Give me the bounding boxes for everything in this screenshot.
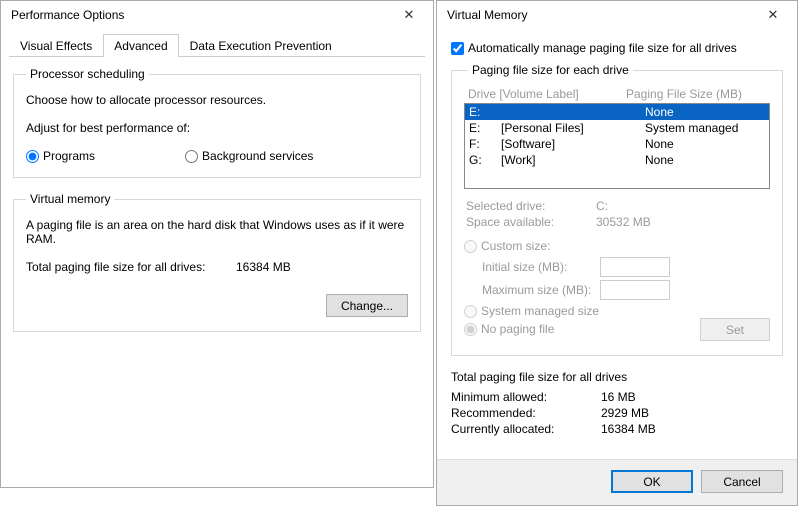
tab-advanced[interactable]: Advanced	[103, 34, 178, 57]
dialog-title: Performance Options	[11, 8, 124, 22]
auto-manage-checkbox[interactable]: Automatically manage paging file size fo…	[451, 41, 783, 55]
radio-system-managed-label: System managed size	[481, 304, 599, 318]
radio-background[interactable]: Background services	[185, 149, 313, 163]
selected-drive-label: Selected drive:	[466, 199, 596, 213]
virtual-memory-group: Virtual memory A paging file is an area …	[13, 192, 421, 332]
total-paging-label: Total paging file size for all drives:	[26, 260, 236, 274]
auto-manage-input[interactable]	[451, 42, 464, 55]
totals-section: Total paging file size for all drives Mi…	[451, 370, 783, 436]
currently-allocated-value: 16384 MB	[601, 422, 656, 436]
space-available-value: 30532 MB	[596, 215, 651, 229]
radio-programs[interactable]: Programs	[26, 149, 95, 163]
adjust-label: Adjust for best performance of:	[26, 121, 408, 135]
tab-dep[interactable]: Data Execution Prevention	[179, 34, 343, 57]
tab-strip: Visual Effects Advanced Data Execution P…	[9, 33, 425, 57]
recommended-label: Recommended:	[451, 406, 601, 420]
initial-size-label: Initial size (MB):	[482, 260, 600, 274]
advanced-panel: Processor scheduling Choose how to alloc…	[13, 67, 421, 332]
max-size-input	[600, 280, 670, 300]
col-paging-label: Paging File Size (MB)	[626, 87, 766, 101]
radio-programs-label: Programs	[43, 149, 95, 163]
tab-visual-effects[interactable]: Visual Effects	[9, 34, 103, 57]
paging-file-group: Paging file size for each drive Drive [V…	[451, 63, 783, 356]
drive-row[interactable]: G: [Work] None	[465, 152, 769, 168]
radio-programs-input[interactable]	[26, 150, 39, 163]
processor-scheduling-legend: Processor scheduling	[26, 67, 149, 81]
drive-row[interactable]: E: None	[465, 104, 769, 120]
min-allowed-label: Minimum allowed:	[451, 390, 601, 404]
radio-custom-input	[464, 240, 477, 253]
close-icon[interactable]: ✕	[389, 2, 429, 28]
cancel-button[interactable]: Cancel	[701, 470, 783, 493]
drive-row[interactable]: E: [Personal Files] System managed	[465, 120, 769, 136]
totals-header: Total paging file size for all drives	[451, 370, 783, 384]
titlebar: Performance Options ✕	[1, 1, 433, 29]
virtual-memory-legend: Virtual memory	[26, 192, 114, 206]
initial-size-input	[600, 257, 670, 277]
radio-system-managed: System managed size	[464, 304, 770, 318]
radio-custom-size: Custom size:	[464, 239, 770, 253]
set-button: Set	[700, 318, 770, 341]
recommended-value: 2929 MB	[601, 406, 649, 420]
radio-background-input[interactable]	[185, 150, 198, 163]
close-icon[interactable]: ✕	[753, 2, 793, 28]
total-paging-value: 16384 MB	[236, 260, 291, 274]
paging-file-legend: Paging file size for each drive	[468, 63, 633, 77]
virtual-memory-dialog: Virtual Memory ✕ Automatically manage pa…	[436, 0, 798, 506]
dialog-title: Virtual Memory	[447, 8, 527, 22]
auto-manage-label: Automatically manage paging file size fo…	[468, 41, 737, 55]
processor-scheduling-group: Processor scheduling Choose how to alloc…	[13, 67, 421, 178]
change-button[interactable]: Change...	[326, 294, 408, 317]
drive-row[interactable]: F: [Software] None	[465, 136, 769, 152]
dialog-buttons: OK Cancel	[437, 459, 797, 505]
ok-button[interactable]: OK	[611, 470, 693, 493]
min-allowed-value: 16 MB	[601, 390, 636, 404]
radio-custom-label: Custom size:	[481, 239, 550, 253]
max-size-label: Maximum size (MB):	[482, 283, 600, 297]
radio-no-paging-label: No paging file	[481, 322, 554, 336]
titlebar: Virtual Memory ✕	[437, 1, 797, 29]
performance-options-dialog: Performance Options ✕ Visual Effects Adv…	[0, 0, 434, 488]
radio-background-label: Background services	[202, 149, 313, 163]
radio-no-paging-input	[464, 323, 477, 336]
selected-drive-value: C:	[596, 199, 608, 213]
vmem-desc: A paging file is an area on the hard dis…	[26, 218, 408, 246]
space-available-label: Space available:	[466, 215, 596, 229]
radio-system-managed-input	[464, 305, 477, 318]
drive-list[interactable]: E: None E: [Personal Files] System manag…	[464, 103, 770, 189]
col-drive-label: Drive [Volume Label]	[468, 87, 626, 101]
currently-allocated-label: Currently allocated:	[451, 422, 601, 436]
scheduling-desc: Choose how to allocate processor resourc…	[26, 93, 408, 107]
